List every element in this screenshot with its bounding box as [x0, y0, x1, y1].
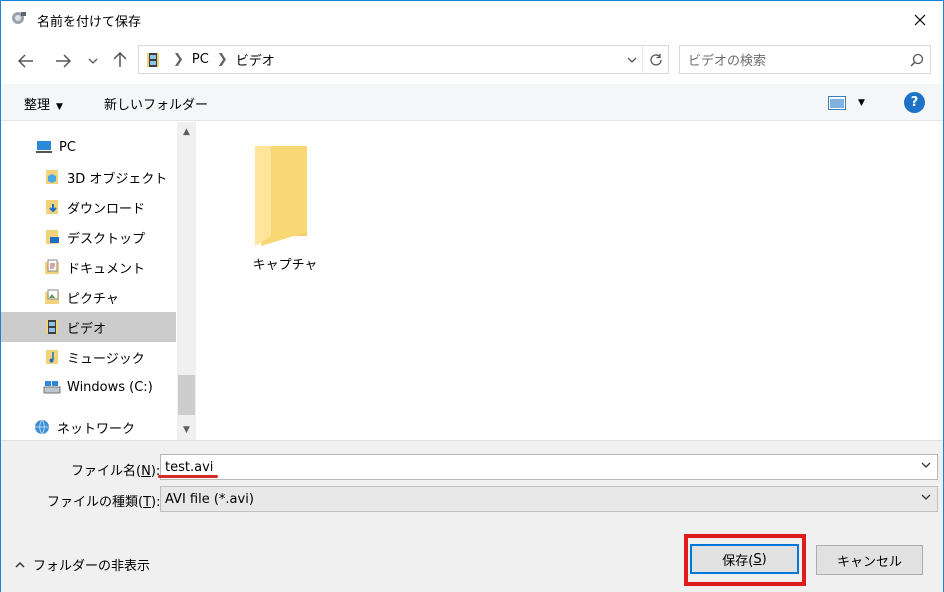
sidebar-scrollbar[interactable]: ▲ ▼: [177, 122, 196, 440]
scroll-thumb[interactable]: [178, 375, 195, 415]
new-folder-button[interactable]: 新しいフォルダー: [104, 94, 208, 113]
pictures-folder-icon: [43, 288, 61, 306]
documents-folder-icon: [43, 258, 61, 276]
organize-menu[interactable]: 整理 ▼: [24, 94, 63, 113]
help-button[interactable]: ?: [904, 92, 925, 113]
sidebar-item-label: デスクトップ: [67, 231, 146, 247]
window-title: 名前を付けて保存: [37, 15, 142, 30]
breadcrumb-pc[interactable]: PC: [192, 52, 209, 67]
filename-input[interactable]: test.avi: [160, 454, 938, 480]
breadcrumb-separator-icon: ❯: [216, 52, 228, 67]
close-icon: [914, 14, 926, 25]
drive-icon: [43, 378, 61, 396]
chevron-down-icon[interactable]: [921, 461, 931, 471]
filename-label: ファイル名(N):: [71, 460, 160, 479]
desktop-folder-icon: [43, 228, 61, 246]
sidebar-item-documents[interactable]: ドキュメント: [1, 252, 176, 282]
scroll-down-button[interactable]: ▼: [177, 420, 196, 440]
breadcrumb-separator-icon: ❯: [173, 52, 184, 67]
folder-icon: [255, 146, 307, 246]
arrow-up-icon: [113, 52, 127, 67]
caret-down-icon: ▼: [858, 98, 865, 108]
filetype-label: ファイルの種類(T):: [47, 491, 160, 510]
chevron-down-icon: [88, 58, 98, 64]
sidebar-item-label: 3D オブジェクト: [67, 171, 168, 187]
chevron-down-icon: [627, 57, 637, 63]
videos-folder-icon: [43, 318, 61, 336]
network-icon: [33, 418, 51, 436]
videos-location-icon: [145, 52, 161, 68]
filename-value: test.avi: [165, 459, 214, 475]
save-as-dialog: 名前を付けて保存 ❯ PC ❯ ビデオ ビデオの検索 整理 ▼ 新しいフォルダー…: [0, 0, 944, 592]
back-button[interactable]: [15, 50, 37, 72]
sidebar-item-label: ネットワーク: [57, 421, 136, 437]
arrow-right-icon: [56, 54, 71, 68]
sidebar-item-pc[interactable]: PC: [1, 132, 176, 162]
download-folder-icon: [43, 198, 61, 216]
chevron-up-icon: [15, 561, 25, 568]
sidebar-item-label: ビデオ: [67, 321, 107, 337]
sidebar-item-label: ミュージック: [67, 351, 145, 367]
sidebar-item-videos[interactable]: ビデオ: [1, 312, 176, 342]
filename-label-text: ファイル名(: [71, 464, 142, 479]
up-button[interactable]: [109, 49, 131, 71]
app-icon: [10, 9, 28, 27]
search-box[interactable]: ビデオの検索: [679, 45, 931, 74]
address-bar[interactable]: ❯ PC ❯ ビデオ: [138, 45, 669, 74]
hide-folders-label: フォルダーの非表示: [33, 559, 151, 574]
chevron-up-icon: ▲: [183, 127, 190, 137]
forward-button[interactable]: [52, 50, 74, 72]
recent-locations-button[interactable]: [85, 50, 101, 72]
filename-accesskey: N: [141, 464, 151, 479]
close-button[interactable]: [897, 1, 943, 38]
sidebar-item-label: ピクチャ: [67, 291, 119, 307]
cancel-label: キャンセル: [836, 554, 902, 570]
cancel-button[interactable]: キャンセル: [816, 545, 923, 575]
filetype-value: AVI file (*.avi): [165, 491, 254, 507]
refresh-button[interactable]: [642, 46, 668, 73]
breadcrumb-videos[interactable]: ビデオ: [236, 50, 275, 69]
caret-down-icon: ▼: [56, 102, 63, 112]
new-folder-label: 新しいフォルダー: [104, 98, 209, 113]
chevron-down-icon: ▼: [183, 425, 190, 435]
annotation-highlight-box: [684, 534, 806, 586]
sidebar-item-label: PC: [59, 139, 76, 155]
command-bar: 整理 ▼ 新しいフォルダー ▼ ?: [1, 84, 943, 121]
3d-objects-icon: [43, 168, 61, 186]
folder-item[interactable]: キャプチャ: [240, 142, 330, 282]
chevron-down-icon: [921, 493, 931, 503]
file-list: キャプチャ: [198, 122, 943, 440]
sidebar-item-label: Windows (C:): [67, 379, 153, 395]
navigation-pane: PC 3D オブジェクト ダウンロード デスクトップ ドキュメント ピクチャ ビ…: [1, 122, 197, 440]
filetype-accesskey: T: [143, 495, 152, 510]
sidebar-item-3d-objects[interactable]: 3D オブジェクト: [1, 162, 176, 192]
sidebar-item-network[interactable]: ネットワーク: [1, 412, 176, 442]
pc-icon: [35, 138, 53, 156]
music-folder-icon: [43, 348, 61, 366]
search-placeholder: ビデオの検索: [688, 54, 767, 69]
arrow-left-icon: [18, 54, 33, 68]
filetype-select[interactable]: AVI file (*.avi): [160, 486, 938, 512]
title-bar: 名前を付けて保存: [1, 1, 943, 38]
sidebar-item-music[interactable]: ミュージック: [1, 342, 176, 372]
view-icon: [828, 96, 846, 110]
hide-folders-toggle[interactable]: フォルダーの非表示: [15, 555, 150, 574]
annotation-underline: [158, 475, 218, 478]
filetype-label-text: ファイルの種類(: [47, 495, 144, 510]
folder-name: キャプチャ: [252, 258, 318, 273]
scroll-up-button[interactable]: ▲: [177, 122, 196, 142]
view-options-button[interactable]: ▼: [828, 92, 872, 114]
sidebar-item-label: ダウンロード: [67, 201, 146, 217]
sidebar-item-label: ドキュメント: [67, 261, 146, 277]
sidebar-item-downloads[interactable]: ダウンロード: [1, 192, 176, 222]
search-icon[interactable]: [904, 53, 930, 67]
sidebar-item-desktop[interactable]: デスクトップ: [1, 222, 176, 252]
organize-label: 整理: [24, 98, 51, 113]
refresh-icon: [649, 53, 662, 66]
help-icon: ?: [910, 95, 919, 110]
sidebar-item-pictures[interactable]: ピクチャ: [1, 282, 176, 312]
sidebar-item-drive-c[interactable]: Windows (C:): [1, 372, 176, 402]
address-dropdown-button[interactable]: [622, 53, 642, 66]
